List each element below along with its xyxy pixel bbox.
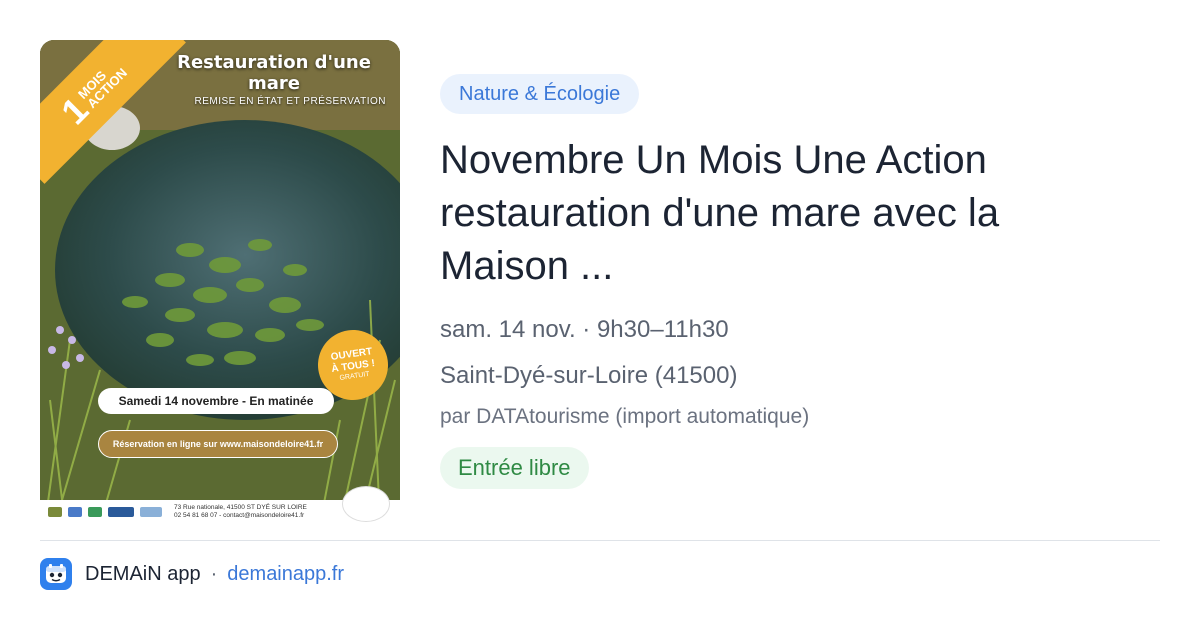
app-logo-glyph-icon [46, 564, 66, 583]
poster-reservation-pill: Réservation en ligne sur www.maisondeloi… [98, 430, 338, 458]
partner-logos [40, 507, 162, 517]
app-name[interactable]: DEMAiN app [85, 563, 201, 586]
partner-logo-icon [88, 507, 102, 517]
event-datetime: sam. 14 nov. · 9h30–11h30 [440, 316, 729, 343]
app-footer: DEMAiN app · demainapp.fr [40, 557, 344, 591]
app-domain-link[interactable]: demainapp.fr [227, 563, 344, 586]
poster-date-pill: Samedi 14 novembre - En matinée [98, 388, 334, 414]
partner-logo-icon [108, 507, 134, 517]
footer-divider [40, 540, 1160, 541]
event-source: par DATAtourisme (import automatique) [440, 405, 810, 428]
price-badge: Entrée libre [440, 447, 589, 489]
partner-logo-icon [140, 507, 162, 517]
poster-footer: 73 Rue nationale, 41500 ST DYÉ SUR LOIRE… [40, 486, 400, 524]
footer-separator: · [210, 562, 218, 585]
poster-address-line-2: 02 54 81 68 07 - contact@maisondeloire41… [174, 512, 305, 519]
partner-logo-icon [48, 507, 62, 517]
maison-de-loire-seal-icon [342, 486, 390, 522]
poster-address: 73 Rue nationale, 41500 ST DYÉ SUR LOIRE… [174, 504, 307, 520]
poster-title: Restauration d'une mare [177, 52, 371, 94]
event-location: Saint-Dyé-sur-Loire (41500) [440, 362, 738, 389]
event-title[interactable]: Novembre Un Mois Une Action restauration… [440, 134, 1120, 293]
poster-address-line-1: 73 Rue nationale, 41500 ST DYÉ SUR LOIRE [174, 503, 307, 511]
partner-logo-icon [68, 507, 82, 517]
event-poster-image[interactable]: 1 MOIS ACTION Restauration d'une mare RE… [40, 40, 400, 524]
category-tag[interactable]: Nature & Écologie [440, 74, 640, 114]
demain-app-logo-icon[interactable] [40, 558, 72, 590]
poster-subtitle: REMISE EN ÉTAT ET PRÉSERVATION [194, 96, 386, 107]
